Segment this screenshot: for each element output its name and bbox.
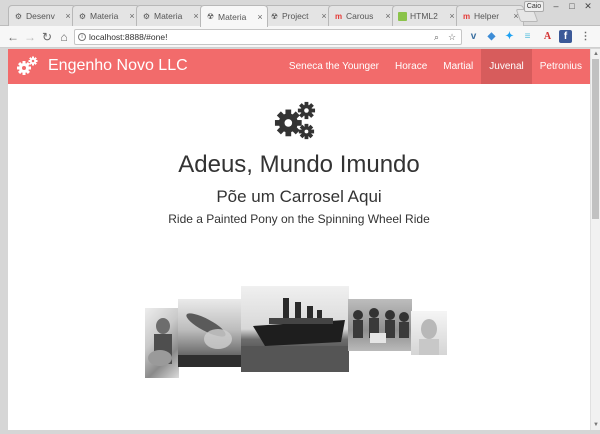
radiation-icon: ☢: [270, 11, 279, 21]
browser-tab[interactable]: HTML2 ×: [392, 5, 460, 26]
browser-tab[interactable]: m Carous ×: [328, 5, 396, 26]
maximize-icon[interactable]: □: [564, 1, 580, 12]
tab-label: Helper: [474, 11, 500, 21]
portrait-photo: [419, 319, 439, 355]
page-viewport: Engenho Novo LLC Seneca the Younger Hora…: [8, 49, 590, 430]
bookmark-star-icon[interactable]: ☆: [448, 30, 456, 44]
facebook-icon[interactable]: f: [559, 30, 572, 43]
close-tab-icon[interactable]: ×: [128, 11, 136, 21]
back-arrow-icon[interactable]: ←: [6, 29, 20, 45]
browser-tab[interactable]: ☢ Project ×: [264, 5, 332, 26]
nav-item-seneca[interactable]: Seneca the Younger: [281, 49, 387, 84]
profile-button[interactable]: Caio: [524, 1, 544, 12]
close-tab-icon[interactable]: ×: [64, 11, 72, 21]
twitter-icon[interactable]: ✦: [503, 30, 516, 43]
gear-icon: ⚙: [14, 11, 23, 21]
close-tab-icon[interactable]: ×: [256, 12, 264, 22]
page-headline: Adeus, Mundo Imundo: [178, 151, 420, 178]
image-carousel[interactable]: [145, 286, 447, 381]
page-tagline: Ride a Painted Pony on the Spinning Whee…: [168, 212, 430, 226]
browser-tab[interactable]: ⚙ Materia ×: [136, 5, 204, 26]
nav-item-martial[interactable]: Martial: [435, 49, 481, 84]
carousel-slide-beatles[interactable]: [348, 299, 412, 351]
tab-label: Desenv: [26, 11, 55, 21]
tab-label: Project: [282, 11, 309, 21]
nav-item-horace[interactable]: Horace: [387, 49, 435, 84]
brand-m-icon: m: [334, 11, 343, 21]
close-tab-icon[interactable]: ×: [192, 11, 200, 21]
minimize-icon[interactable]: –: [548, 1, 564, 12]
zoom-icon[interactable]: ⌕: [434, 30, 439, 44]
browser-tab[interactable]: ⚙ Materia ×: [72, 5, 140, 26]
titanic-photo: [241, 298, 349, 372]
gear-icon: ⚙: [78, 11, 87, 21]
carousel-slide-titanic[interactable]: [241, 286, 349, 372]
home-icon[interactable]: ⌂: [57, 29, 71, 45]
page-scrollbar[interactable]: ▲ ▼: [590, 49, 600, 430]
nav-item-juvenal[interactable]: Juvenal: [481, 49, 532, 84]
carousel-slide-hindenburg[interactable]: [178, 299, 242, 367]
main-nav: Seneca the Younger Horace Martial Juvena…: [281, 49, 590, 84]
close-tab-icon[interactable]: ×: [448, 11, 456, 21]
close-window-icon[interactable]: ✕: [580, 1, 596, 12]
scroll-up-icon[interactable]: ▲: [592, 50, 600, 58]
site-brand[interactable]: Engenho Novo LLC: [16, 56, 188, 76]
nav-item-petronius[interactable]: Petronius: [532, 49, 590, 84]
radiation-icon: ☢: [206, 12, 215, 21]
scroll-down-icon[interactable]: ▼: [592, 421, 600, 429]
page-subheadline: Põe um Carrosel Aqui: [216, 187, 382, 206]
address-text: localhost:8888/#one!: [89, 32, 168, 42]
browser-toolbar: ← → ↻ ⌂ i localhost:8888/#one! ⌕ ☆ v ◆ ✦…: [0, 26, 600, 48]
tab-strip: ⚙ Desenv × ⚙ Materia × ⚙ Materia × ☢ Mat…: [0, 0, 600, 27]
tab-label: HTML2: [410, 11, 438, 21]
hindenburg-photo: [178, 313, 242, 367]
tab-label: Materia: [154, 11, 183, 21]
acrobat-icon[interactable]: A: [541, 30, 554, 43]
close-tab-icon[interactable]: ×: [384, 11, 392, 21]
gears-logo-icon: [16, 56, 38, 76]
dropbox-icon[interactable]: ◆: [485, 30, 498, 43]
reload-icon[interactable]: ↻: [40, 29, 54, 45]
brand-name: Engenho Novo LLC: [48, 57, 188, 74]
brand-m-icon: m: [462, 11, 471, 21]
browser-tab[interactable]: m Helper ×: [456, 5, 524, 26]
beatles-photo: [353, 308, 409, 343]
site-navbar: Engenho Novo LLC Seneca the Younger Hora…: [8, 49, 590, 84]
tab-label: Materia: [90, 11, 119, 21]
browser-tab[interactable]: ⚙ Desenv ×: [8, 5, 76, 26]
buffer-icon[interactable]: ≡: [521, 30, 534, 43]
address-bar[interactable]: i localhost:8888/#one! ⌕ ☆: [74, 29, 462, 45]
info-icon[interactable]: i: [78, 33, 86, 41]
carousel-slide-guitarist[interactable]: [145, 308, 179, 378]
guitarist-photo: [148, 318, 172, 366]
menu-dots-icon[interactable]: ⋮: [579, 30, 592, 43]
vimeo-icon[interactable]: v: [467, 30, 480, 43]
html-doc-icon: [398, 11, 407, 21]
gears-hero-icon: [274, 101, 316, 141]
tab-label: Carous: [346, 11, 374, 21]
forward-arrow-icon[interactable]: →: [23, 29, 37, 45]
close-tab-icon[interactable]: ×: [320, 11, 328, 21]
scroll-thumb[interactable]: [592, 59, 599, 219]
browser-tab-active[interactable]: ☢ Materia ×: [200, 5, 268, 27]
tab-label: Materia: [218, 11, 247, 22]
gear-icon: ⚙: [142, 11, 151, 21]
carousel-slide-portrait[interactable]: [411, 311, 447, 355]
